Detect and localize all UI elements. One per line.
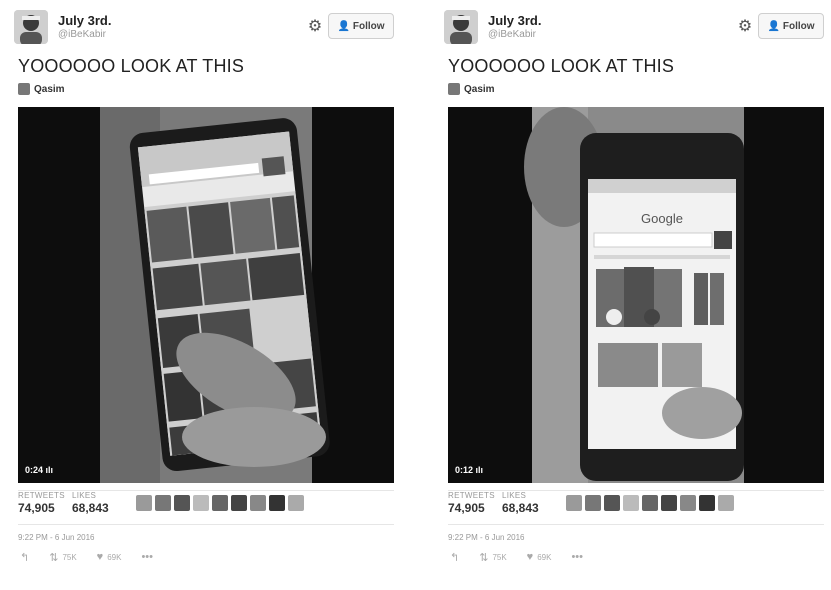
likes-stat[interactable]: LIKES 68,843 xyxy=(502,491,539,515)
reply-button[interactable]: ↰ xyxy=(450,551,459,564)
like-action-count: 69K xyxy=(107,552,122,562)
tweet-timestamp[interactable]: 9:22 PM - 6 Jun 2016 xyxy=(18,533,95,542)
video-duration: 0:24 ılı xyxy=(25,465,54,475)
retweet-icon: ⇅ xyxy=(49,551,59,564)
audio-icon: ılı xyxy=(475,465,484,475)
liker-avatars xyxy=(136,495,304,511)
gear-icon[interactable]: ⚙ xyxy=(306,18,324,36)
liker-avatar[interactable] xyxy=(585,495,601,511)
divider xyxy=(448,524,824,525)
more-button[interactable]: ••• xyxy=(141,551,153,563)
reply-icon: ↰ xyxy=(20,551,30,564)
liker-avatar[interactable] xyxy=(174,495,190,511)
liker-avatar[interactable] xyxy=(623,495,639,511)
follow-label: Follow xyxy=(352,20,385,32)
user-name[interactable]: July 3rd. xyxy=(58,13,111,28)
likes-count: 68,843 xyxy=(72,501,109,515)
retweet-button[interactable]: ⇅ 75K xyxy=(49,551,76,564)
retweets-label: RETWEETS xyxy=(18,491,65,500)
more-icon: ••• xyxy=(141,551,153,563)
follow-user-icon: 👤 xyxy=(767,20,780,32)
user-name[interactable]: July 3rd. xyxy=(488,13,541,28)
liker-avatar[interactable] xyxy=(250,495,266,511)
attribution-name: Qasim xyxy=(34,83,65,95)
tweet-timestamp[interactable]: 9:22 PM - 6 Jun 2016 xyxy=(448,533,525,542)
divider xyxy=(18,524,394,525)
more-button[interactable]: ••• xyxy=(571,551,583,563)
retweets-label: RETWEETS xyxy=(448,491,495,500)
retweets-count: 74,905 xyxy=(448,501,485,515)
like-button[interactable]: ♥ 69K xyxy=(527,551,552,563)
tweet-card-left: July 3rd. @iBeKabir ⚙ 👤 Follow YOOOOOO L… xyxy=(0,0,400,590)
liker-avatar[interactable] xyxy=(642,495,658,511)
liker-avatar[interactable] xyxy=(604,495,620,511)
liker-avatar[interactable] xyxy=(718,495,734,511)
reply-icon: ↰ xyxy=(450,551,460,564)
retweet-icon: ⇅ xyxy=(479,551,489,564)
retweet-action-count: 75K xyxy=(492,552,507,562)
tweet-card-right: July 3rd. @iBeKabir ⚙ 👤 Follow YOOOOOO L… xyxy=(430,0,830,590)
likes-stat[interactable]: LIKES 68,843 xyxy=(72,491,109,515)
more-icon: ••• xyxy=(571,551,583,563)
video-frame: Google xyxy=(448,107,824,483)
liker-avatar[interactable] xyxy=(212,495,228,511)
heart-icon: ♥ xyxy=(526,551,534,563)
liker-avatar[interactable] xyxy=(699,495,715,511)
likes-count: 68,843 xyxy=(502,501,539,515)
liker-avatar[interactable] xyxy=(155,495,171,511)
media-attribution[interactable]: Qasim xyxy=(448,82,495,96)
google-logo: Google xyxy=(641,211,683,226)
retweet-button[interactable]: ⇅ 75K xyxy=(479,551,506,564)
attribution-name: Qasim xyxy=(464,83,495,95)
tweet-header: July 3rd. @iBeKabir ⚙ 👤 Follow xyxy=(14,10,394,46)
audio-icon: ılı xyxy=(45,465,54,475)
tweet-text: YOOOOOO LOOK AT THIS xyxy=(448,56,675,76)
liker-avatar[interactable] xyxy=(193,495,209,511)
gear-icon[interactable]: ⚙ xyxy=(736,18,754,36)
media-attribution[interactable]: Qasim xyxy=(18,82,65,96)
avatar[interactable] xyxy=(14,10,48,44)
user-handle[interactable]: @iBeKabir xyxy=(488,29,536,40)
tweet-header: July 3rd. @iBeKabir ⚙ 👤 Follow xyxy=(444,10,824,46)
liker-avatar[interactable] xyxy=(269,495,285,511)
liker-avatar[interactable] xyxy=(136,495,152,511)
heart-icon: ♥ xyxy=(96,551,104,563)
liker-avatar[interactable] xyxy=(288,495,304,511)
tweet-actions: ↰ ⇅ 75K ♥ 69K ••• xyxy=(20,551,173,564)
attribution-avatar-icon xyxy=(448,83,460,95)
retweets-stat[interactable]: RETWEETS 74,905 xyxy=(18,491,65,515)
tweet-actions: ↰ ⇅ 75K ♥ 69K ••• xyxy=(450,551,603,564)
retweets-count: 74,905 xyxy=(18,501,55,515)
liker-avatar[interactable] xyxy=(231,495,247,511)
video-duration: 0:12 ılı xyxy=(455,465,484,475)
reply-button[interactable]: ↰ xyxy=(20,551,29,564)
video-player[interactable]: Google 0:12 ılı xyxy=(448,107,824,483)
like-button[interactable]: ♥ 69K xyxy=(97,551,122,563)
follow-button[interactable]: 👤 Follow xyxy=(758,13,824,39)
attribution-avatar-icon xyxy=(18,83,30,95)
divider xyxy=(448,490,824,491)
follow-button[interactable]: 👤 Follow xyxy=(328,13,394,39)
liker-avatar[interactable] xyxy=(661,495,677,511)
tweet-text: YOOOOOO LOOK AT THIS xyxy=(18,56,245,76)
tweet-stats: RETWEETS 74,905 LIKES 68,843 xyxy=(448,491,824,521)
video-player[interactable]: 0:24 ılı xyxy=(18,107,394,483)
user-handle[interactable]: @iBeKabir xyxy=(58,29,106,40)
retweets-stat[interactable]: RETWEETS 74,905 xyxy=(448,491,495,515)
divider xyxy=(18,490,394,491)
follow-label: Follow xyxy=(782,20,815,32)
avatar[interactable] xyxy=(444,10,478,44)
tweet-stats: RETWEETS 74,905 LIKES 68,843 xyxy=(18,491,394,521)
liker-avatar[interactable] xyxy=(680,495,696,511)
likes-label: LIKES xyxy=(72,491,97,500)
like-action-count: 69K xyxy=(537,552,552,562)
video-frame xyxy=(18,107,394,483)
likes-label: LIKES xyxy=(502,491,527,500)
liker-avatars xyxy=(566,495,734,511)
liker-avatar[interactable] xyxy=(566,495,582,511)
retweet-action-count: 75K xyxy=(62,552,77,562)
follow-user-icon: 👤 xyxy=(337,20,350,32)
